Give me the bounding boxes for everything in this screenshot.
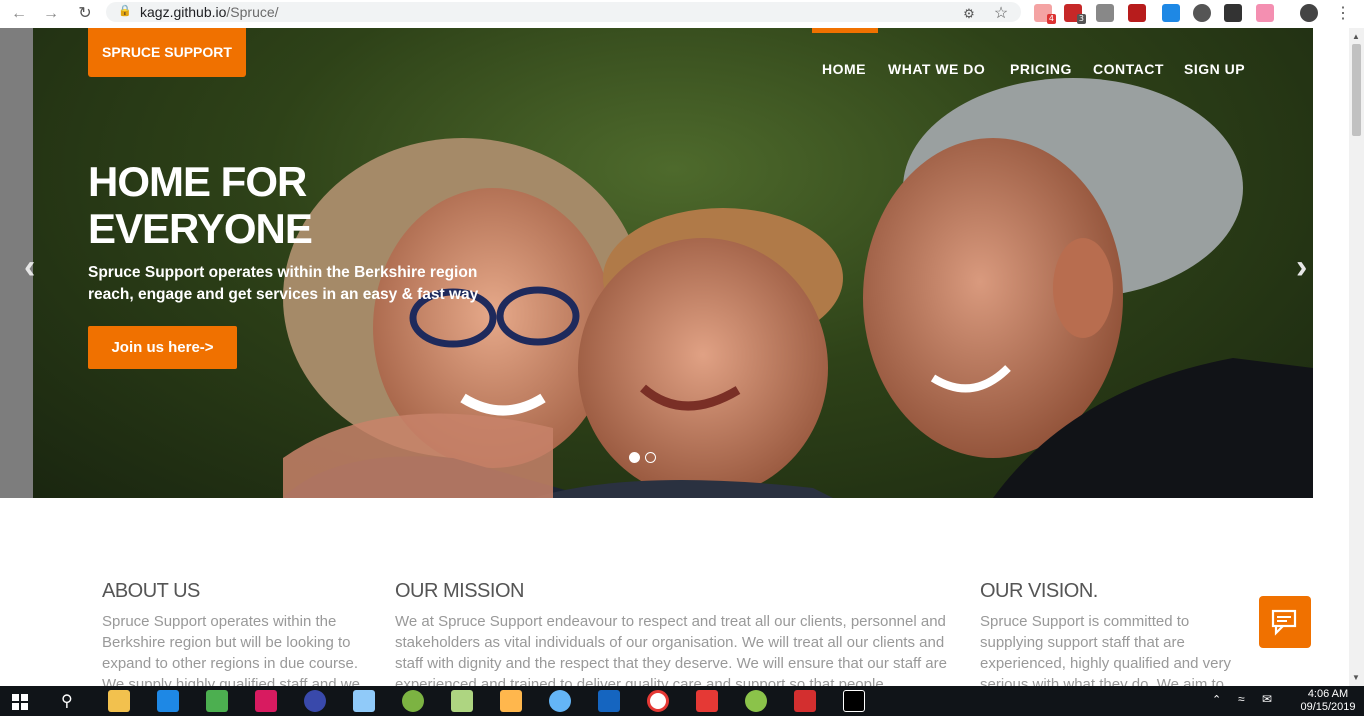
app-circle-icon[interactable] — [549, 690, 571, 712]
scroll-down-icon[interactable]: ▼ — [1352, 673, 1360, 682]
address-bar[interactable]: 🔒 kagz.github.io/Spruce/ — [106, 2, 1021, 22]
spring-icon[interactable] — [402, 690, 424, 712]
nav-what-we-do[interactable]: WHAT WE DO — [888, 61, 985, 77]
reload-icon[interactable]: ↻ — [74, 3, 96, 25]
git-icon[interactable] — [696, 690, 718, 712]
adblock-icon[interactable]: 3 — [1064, 4, 1086, 24]
nav-contact[interactable]: CONTACT — [1093, 61, 1164, 77]
extension-icon[interactable]: 4 — [1034, 4, 1056, 24]
mission-section: OUR MISSION We at Spruce Support endeavo… — [395, 580, 955, 686]
clock-date: 09/15/2019 — [1300, 701, 1356, 713]
windows-taskbar: ⚲ ⌃ ≈ ✉ 4:06 AM 09/15/2019 — [0, 686, 1364, 716]
chat-icon — [1271, 609, 1297, 636]
chevron-right-icon[interactable]: › — [1296, 248, 1307, 287]
carousel-indicator-2[interactable] — [645, 452, 656, 463]
page-viewport: SPRUCE SUPPORT HOME WHAT WE DO PRICING C… — [0, 28, 1349, 686]
chevron-left-icon[interactable]: ‹ — [24, 248, 35, 287]
mission-text: We at Spruce Support endeavour to respec… — [395, 613, 947, 686]
mission-heading: OUR MISSION — [395, 580, 524, 602]
page-scrollbar[interactable]: ▲ ▼ — [1349, 28, 1364, 686]
about-us-heading: ABOUT US — [102, 580, 200, 602]
browser-toolbar: ← → ↻ 🔒 kagz.github.io/Spruce/ ⚙ ☆ 4 3 ⋮ — [0, 0, 1364, 29]
chevron-up-icon[interactable]: ⌃ — [1212, 693, 1221, 706]
join-us-button[interactable]: Join us here-> — [88, 326, 237, 369]
logo-button[interactable]: SPRUCE SUPPORT — [88, 28, 246, 77]
ruby-icon[interactable] — [1128, 4, 1146, 22]
clock-time: 4:06 AM — [1307, 688, 1349, 700]
chat-button[interactable] — [1259, 596, 1311, 648]
scroll-up-icon[interactable]: ▲ — [1352, 32, 1360, 41]
color-picker-icon[interactable] — [1162, 4, 1180, 22]
wifi-icon[interactable]: ≈ — [1238, 692, 1245, 706]
folder-icon[interactable] — [451, 690, 473, 712]
hero-carousel: SPRUCE SUPPORT HOME WHAT WE DO PRICING C… — [0, 28, 1313, 498]
nav-pricing[interactable]: PRICING — [1010, 61, 1072, 77]
hero-subtitle: Spruce Support operates within the Berks… — [88, 262, 528, 306]
eclipse-icon[interactable] — [304, 690, 326, 712]
scroll-thumb[interactable] — [1352, 44, 1361, 136]
about-us-text: Spruce Support operates within the Berks… — [102, 613, 360, 686]
arrow-left-icon[interactable]: ← — [8, 3, 30, 25]
acrobat-icon[interactable] — [794, 690, 816, 712]
media-player-icon[interactable] — [500, 690, 522, 712]
avatar[interactable] — [1300, 4, 1318, 22]
chrome-icon[interactable] — [647, 690, 669, 712]
notification-icon[interactable]: ✉ — [1262, 692, 1272, 706]
menu-kebab-icon[interactable]: ⋮ — [1332, 3, 1354, 25]
nav-sign-up[interactable]: SIGN UP — [1184, 61, 1245, 77]
hero-subtitle-line-1: Spruce Support operates within the Berks… — [88, 264, 478, 281]
app-icon[interactable] — [255, 690, 277, 712]
word-icon[interactable] — [598, 690, 620, 712]
clock[interactable]: 4:06 AM 09/15/2019 — [1296, 688, 1360, 714]
android-studio-icon[interactable] — [745, 690, 767, 712]
vision-heading: OUR VISION. — [980, 580, 1098, 602]
nav-active-indicator — [812, 28, 878, 33]
file-explorer-icon[interactable] — [108, 690, 130, 712]
dark-mode-icon[interactable] — [1193, 4, 1211, 22]
translate-icon[interactable]: ⚙ — [958, 3, 980, 25]
vscode-icon[interactable] — [157, 690, 179, 712]
carousel-indicator-1[interactable] — [629, 452, 640, 463]
star-icon[interactable]: ☆ — [990, 3, 1012, 25]
windows-start-icon[interactable] — [12, 694, 28, 710]
url-text: kagz.github.io/Spruce/ — [140, 4, 279, 20]
arrow-right-icon[interactable]: → — [40, 3, 62, 25]
vision-text: Spruce Support is committed to supplying… — [980, 613, 1231, 686]
notepad-plus-icon[interactable] — [206, 690, 228, 712]
vision-section: OUR VISION. Spruce Support is committed … — [980, 580, 1240, 686]
hero-title: HOME FOR EVERYONE — [88, 158, 313, 252]
lock-icon: 🔒 — [118, 5, 132, 17]
key-icon[interactable] — [1224, 4, 1242, 22]
photos-icon[interactable] — [843, 690, 865, 712]
cast-icon[interactable] — [1256, 4, 1274, 22]
vue-devtools-icon[interactable] — [1096, 4, 1114, 22]
virtualbox-icon[interactable] — [353, 690, 375, 712]
hero-subtitle-line-2: reach, engage and get services in an eas… — [88, 286, 479, 303]
about-us-section: ABOUT US Spruce Support operates within … — [102, 580, 372, 686]
nav-home[interactable]: HOME — [822, 61, 866, 77]
search-icon[interactable]: ⚲ — [61, 691, 73, 711]
